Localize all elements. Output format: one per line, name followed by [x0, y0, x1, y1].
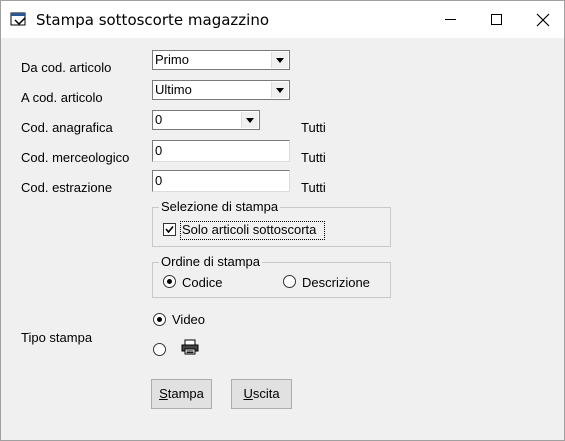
window-title: Stampa sottoscorte magazzino [36, 11, 270, 29]
cod-anagrafica-value: 0 [155, 112, 163, 127]
stampa-button-mnemonic: S [159, 386, 168, 401]
maximize-icon[interactable] [474, 1, 520, 38]
minimize-icon[interactable] [428, 1, 474, 38]
cod-merceologico-input[interactable]: 0 [152, 140, 290, 162]
da-cod-articolo-label: Da cod. articolo [21, 60, 112, 75]
ordine-codice-radio[interactable] [163, 275, 176, 288]
title-bar[interactable]: Stampa sottoscorte magazzino [1, 1, 564, 38]
a-cod-articolo-value: Ultimo [155, 82, 192, 97]
cod-anagrafica-combo[interactable]: 0 [152, 110, 260, 130]
a-cod-articolo-combo[interactable]: Ultimo [152, 80, 290, 100]
dialog-window: Stampa sottoscorte magazzino Da cod. art… [0, 0, 565, 441]
selezione-legend: Selezione di stampa [159, 199, 281, 215]
ordine-descrizione-label[interactable]: Descrizione [302, 275, 370, 291]
cod-merceologico-hint: Tutti [301, 150, 326, 165]
ordine-descrizione-radio[interactable] [283, 275, 296, 288]
printer-icon[interactable] [181, 339, 199, 355]
cod-anagrafica-hint: Tutti [301, 120, 326, 135]
a-cod-articolo-label: A cod. articolo [21, 90, 103, 105]
stampa-button[interactable]: Stampa [151, 379, 212, 409]
tipo-stampa-video-label[interactable]: Video [172, 312, 205, 328]
cod-estrazione-hint: Tutti [301, 180, 326, 195]
checkmark-icon [165, 225, 174, 234]
da-cod-articolo-value: Primo [155, 52, 189, 67]
cod-merceologico-label: Cod. merceologico [21, 150, 130, 165]
chevron-down-icon[interactable] [271, 82, 288, 98]
uscita-button[interactable]: Uscita [231, 379, 292, 409]
cod-merceologico-value: 0 [155, 143, 163, 158]
chevron-down-icon[interactable] [271, 52, 288, 68]
solo-sottoscorta-checkbox[interactable] [163, 223, 176, 236]
tipo-stampa-label: Tipo stampa [21, 330, 93, 345]
cod-estrazione-input[interactable]: 0 [152, 170, 290, 192]
da-cod-articolo-combo[interactable]: Primo [152, 50, 290, 70]
ordine-legend: Ordine di stampa [159, 254, 262, 270]
ordine-codice-label[interactable]: Codice [182, 275, 222, 291]
cod-estrazione-label: Cod. estrazione [21, 180, 113, 195]
uscita-button-label: scita [252, 386, 280, 401]
close-icon[interactable] [520, 1, 565, 38]
app-window-icon [10, 12, 26, 26]
tipo-stampa-printer-radio[interactable] [153, 343, 166, 356]
chevron-down-icon[interactable] [241, 112, 258, 128]
uscita-button-mnemonic: U [243, 386, 253, 401]
tipo-stampa-video-radio[interactable] [153, 313, 166, 326]
stampa-button-label: tampa [167, 386, 204, 401]
cod-anagrafica-label: Cod. anagrafica [21, 120, 113, 135]
solo-sottoscorta-label[interactable]: Solo articoli sottoscorta [182, 222, 316, 238]
cod-estrazione-value: 0 [155, 173, 163, 188]
